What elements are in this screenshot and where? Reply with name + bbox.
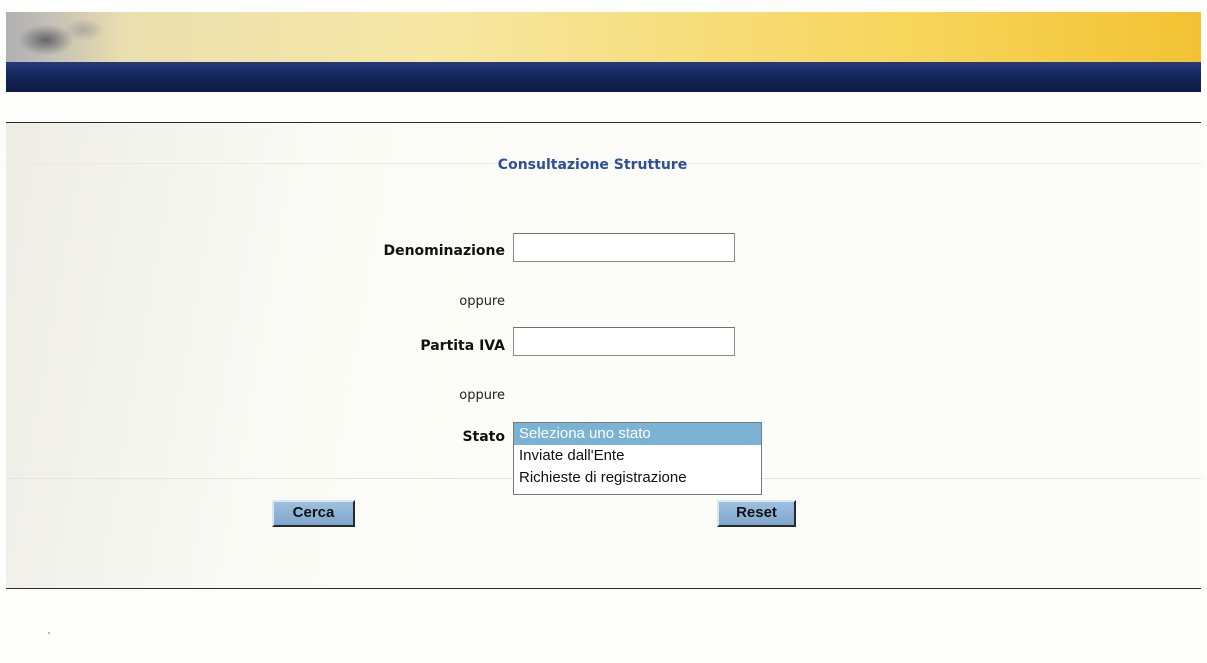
stato-select[interactable]: Seleziona uno stato Inviate dall'Ente Ri… [513,422,762,495]
oppure-text-1: oppure [459,294,505,309]
header-banner [6,12,1201,62]
reset-button[interactable]: Reset [717,500,796,527]
stato-option-inviate[interactable]: Inviate dall'Ente [514,445,761,467]
nav-bar [6,62,1201,92]
search-button[interactable]: Cerca [272,500,355,527]
partita-iva-label: Partita IVA [420,338,505,354]
bottom-divider [6,588,1201,589]
stato-option-richieste[interactable]: Richieste di registrazione [514,467,761,489]
oppure-text-2: oppure [459,388,505,403]
stato-option-seleziona[interactable]: Seleziona uno stato [514,423,761,445]
page: Consultazione Strutture Denominazione op… [0,0,1207,663]
partita-iva-input[interactable] [513,327,735,356]
stato-label: Stato [462,429,505,445]
denominazione-label: Denominazione [383,243,505,259]
footer-dot [48,632,50,634]
banner-photo [6,12,126,62]
denominazione-input[interactable] [513,233,735,262]
page-title: Consultazione Strutture [497,157,688,173]
